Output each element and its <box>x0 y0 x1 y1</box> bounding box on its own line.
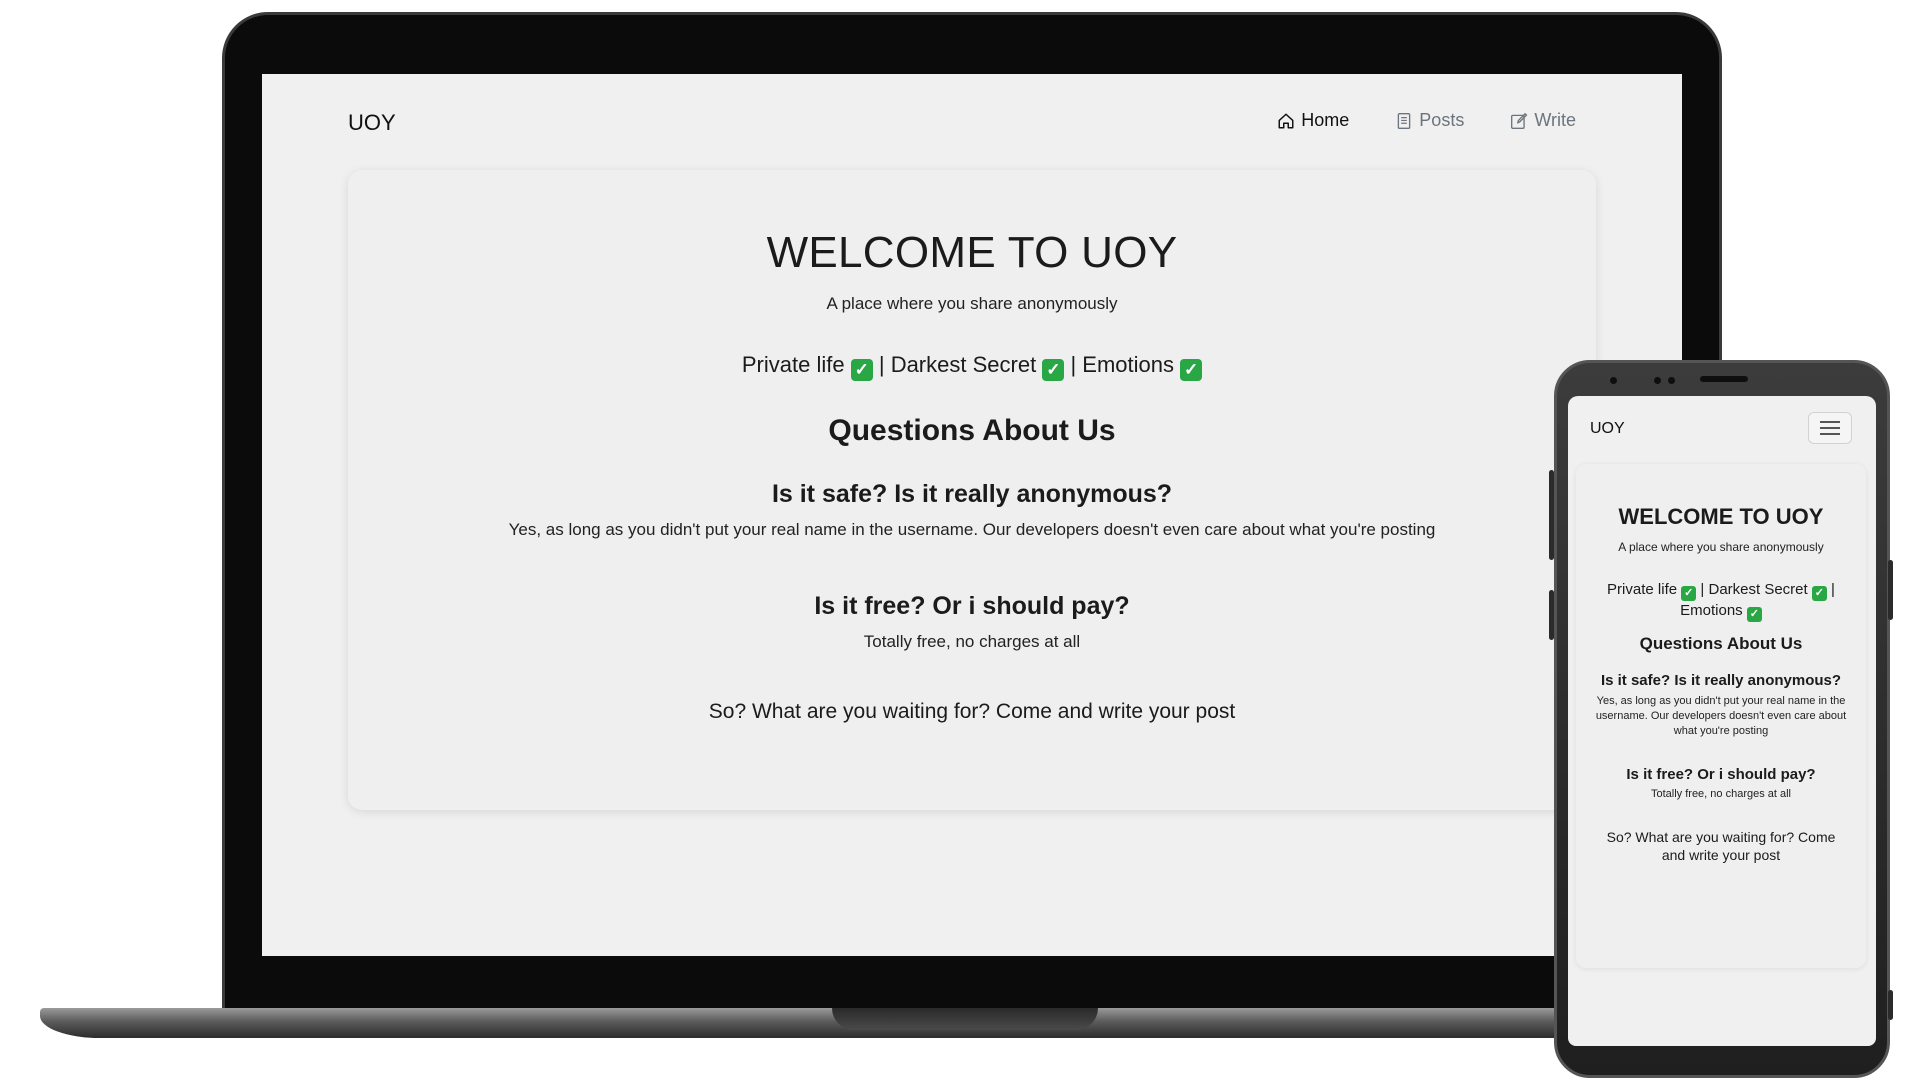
laptop-notch <box>832 1008 1098 1030</box>
brand-logo[interactable]: UOY <box>1590 420 1625 438</box>
phone-side-button <box>1888 990 1893 1020</box>
phone-power-button <box>1888 560 1893 620</box>
check-icon: ✓ <box>1746 607 1762 622</box>
faq-question: Is it free? Or i should pay? <box>1626 766 1816 783</box>
phone-sensor <box>1668 377 1675 384</box>
tag-darkest-secret: Darkest Secret <box>1708 581 1808 598</box>
faq-answer: Yes, as long as you didn't put your real… <box>508 520 1436 539</box>
hamburger-icon <box>1820 421 1840 423</box>
nav-link-home-label: Home <box>1301 110 1350 130</box>
page-subtitle: A place where you share anonymously <box>1618 540 1824 554</box>
phone-side-button <box>1549 590 1554 640</box>
phone-volume-button <box>1549 470 1554 560</box>
nav-links: Home Posts Write <box>1277 110 1576 131</box>
phone-screen: UOY WELCOME TO UOY A place where you sha… <box>1568 396 1876 1046</box>
tag-separator: | <box>1070 352 1077 377</box>
faq-question: Is it free? Or i should pay? <box>814 592 1130 620</box>
phone-sensor <box>1654 377 1661 384</box>
hamburger-icon <box>1820 427 1840 429</box>
tag-line: Private life ✓ | Darkest Secret ✓ | Emot… <box>1607 581 1835 622</box>
faq-question: Is it safe? Is it really anonymous? <box>1600 672 1842 689</box>
faq-answer: Totally free, no charges at all <box>1650 788 1792 800</box>
welcome-card: WELCOME TO UOY A place where you share a… <box>1576 464 1866 968</box>
brand-logo[interactable]: UOY <box>348 110 396 136</box>
call-to-action: So? What are you waiting for? Come and w… <box>1606 829 1836 863</box>
tag-emotions: Emotions <box>1680 602 1743 619</box>
nav-link-write[interactable]: Write <box>1510 110 1576 131</box>
check-icon: ✓ <box>1811 586 1827 601</box>
nav-link-home[interactable]: Home <box>1277 110 1349 131</box>
call-to-action: So? What are you waiting for? Come and w… <box>708 700 1236 723</box>
check-icon: ✓ <box>1042 359 1065 381</box>
faq-question: Is it safe? Is it really anonymous? <box>771 480 1173 508</box>
faq-heading: Questions About Us <box>828 414 1116 447</box>
page-title: WELCOME TO UOY <box>766 228 1178 277</box>
check-icon: ✓ <box>1681 586 1697 601</box>
tag-private-life: Private life <box>1607 581 1678 598</box>
navbar: UOY Home Posts Write <box>262 74 1682 166</box>
nav-link-posts[interactable]: Posts <box>1395 110 1464 131</box>
faq-heading: Questions About Us <box>1639 634 1803 653</box>
hamburger-icon <box>1820 433 1840 435</box>
check-icon: ✓ <box>850 359 873 381</box>
welcome-card: WELCOME TO UOY A place where you share a… <box>348 170 1596 810</box>
tag-separator: | <box>878 352 885 377</box>
edit-icon <box>1511 112 1528 129</box>
laptop-screen: UOY Home Posts Write WELCOME TO UOY A pl… <box>262 74 1682 956</box>
tag-emotions: Emotions <box>1082 352 1174 377</box>
phone-speaker <box>1700 376 1748 382</box>
tag-private-life: Private life <box>741 352 845 377</box>
tag-line: Private life ✓ | Darkest Secret ✓ | Emot… <box>348 352 1596 381</box>
tag-darkest-secret: Darkest Secret <box>890 352 1037 377</box>
page-title: WELCOME TO UOY <box>1618 504 1824 529</box>
nav-link-posts-label: Posts <box>1419 110 1465 130</box>
faq-answer: Totally free, no charges at all <box>863 632 1081 651</box>
check-icon: ✓ <box>1180 359 1203 381</box>
page-subtitle: A place where you share anonymously <box>826 294 1118 313</box>
posts-icon <box>1397 112 1411 129</box>
hamburger-menu-button[interactable] <box>1808 412 1852 444</box>
phone-camera <box>1610 377 1617 384</box>
home-icon <box>1278 113 1294 128</box>
faq-answer: Yes, as long as you didn't put your real… <box>1595 695 1847 737</box>
nav-link-write-label: Write <box>1534 110 1576 130</box>
